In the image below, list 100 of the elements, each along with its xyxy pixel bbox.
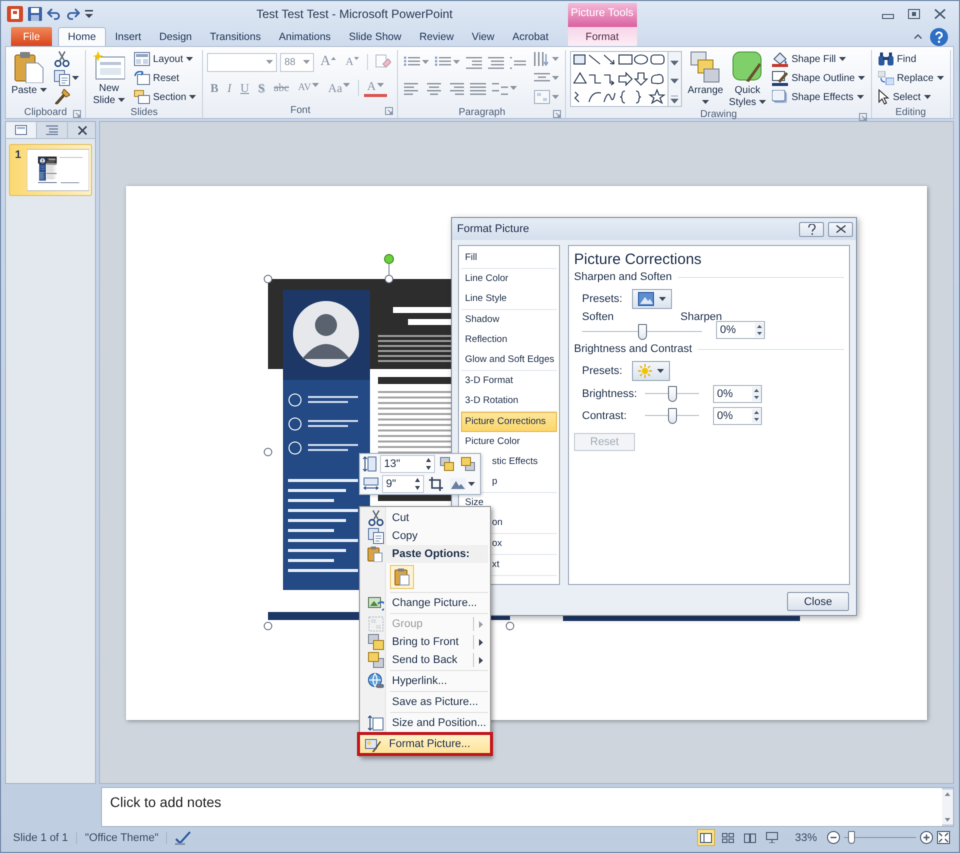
ribbon-button[interactable]: Shape Effects	[770, 88, 867, 106]
height-field[interactable]: 13"	[380, 455, 435, 474]
category-item[interactable]: 3-D Rotation	[461, 391, 557, 411]
clipboard-icon	[367, 546, 383, 562]
spinner-icon[interactable]	[752, 387, 761, 401]
ribbon-tab[interactable]: Slide Show	[340, 27, 410, 46]
category-item[interactable]: xt	[489, 555, 557, 575]
ribbon-tab[interactable]: Insert	[106, 27, 150, 46]
close-icon[interactable]	[934, 9, 946, 19]
ribbon-button[interactable]: Shape Fill	[770, 50, 867, 68]
chevron-up-icon[interactable]	[914, 34, 922, 39]
globe-link-icon	[368, 673, 384, 689]
slider-thumb[interactable]	[638, 324, 647, 340]
ribbon-button[interactable]: Replace	[876, 69, 946, 87]
dialog-launcher-icon[interactable]	[858, 113, 867, 121]
help-icon[interactable]	[930, 28, 948, 46]
ribbon-tab[interactable]: Design	[150, 27, 201, 46]
category-item[interactable]: on	[489, 513, 557, 533]
help-button[interactable]	[799, 222, 824, 236]
selection-handle[interactable]	[384, 274, 394, 283]
menu-item[interactable]: Format Picture...	[357, 732, 493, 756]
ribbon-tab[interactable]: Acrobat	[503, 27, 558, 46]
view-button[interactable]	[696, 829, 715, 846]
selection-handle[interactable]	[264, 447, 272, 456]
ribbon-tab[interactable]: Animations	[270, 27, 340, 46]
spinner-icon[interactable]	[415, 478, 420, 490]
menu-item[interactable]: Save as Picture...	[362, 693, 488, 711]
shape-gallery[interactable]	[570, 51, 682, 107]
ribbon-button[interactable]: Quick Styles	[728, 50, 766, 109]
spinner-icon[interactable]	[752, 409, 761, 423]
ribbon-tab[interactable]: Home	[58, 27, 106, 46]
thumbnail-row[interactable]: 1	[9, 144, 92, 196]
slider-thumb[interactable]	[668, 386, 677, 402]
slider-thumb[interactable]	[668, 408, 677, 424]
category-item[interactable]: Line Style	[461, 289, 557, 309]
category-item[interactable]: ox	[489, 534, 557, 554]
ribbon-button[interactable]: Find	[876, 50, 946, 68]
category-item[interactable]: Fill	[461, 248, 557, 268]
ribbon-tab[interactable]: Transitions	[200, 27, 270, 46]
percent-field[interactable]: 0%	[713, 385, 762, 403]
ribbon-button[interactable]: Select	[876, 88, 946, 106]
close-icon[interactable]	[78, 126, 87, 134]
selection-handle[interactable]	[264, 621, 272, 630]
slide-thumbnail[interactable]	[27, 149, 90, 191]
spinner-icon[interactable]	[755, 323, 764, 337]
zoom-level[interactable]: 33%	[794, 832, 817, 844]
toolbar-button[interactable]	[427, 474, 445, 493]
selection-handle[interactable]	[506, 621, 514, 630]
ribbon-button[interactable]: Arrange	[686, 50, 724, 109]
spinner-icon[interactable]	[426, 458, 431, 470]
save-icon[interactable]	[28, 7, 42, 21]
ribbon-button[interactable]: New Slide	[90, 50, 128, 107]
paste-option-button[interactable]	[390, 565, 414, 589]
menu-item[interactable]: Hyperlink...	[362, 672, 488, 690]
presets-dropdown[interactable]	[632, 289, 672, 309]
category-item[interactable]: Line Color	[461, 269, 557, 289]
percent-field[interactable]: 0%	[713, 407, 762, 425]
fit-to-window-icon[interactable]	[937, 831, 950, 844]
increase-indent-icon	[488, 55, 504, 69]
line-spacing-icon	[510, 55, 526, 69]
category-item[interactable]: Reflection	[461, 330, 557, 350]
restore-icon[interactable]	[908, 9, 920, 19]
menu-item[interactable]: Size and Position...	[362, 714, 488, 732]
zoom-in-icon[interactable]	[920, 831, 933, 844]
percent-field[interactable]: 0%	[716, 321, 765, 339]
zoom-out-icon[interactable]	[827, 831, 840, 844]
close-button[interactable]	[828, 222, 853, 236]
customize-caret-icon[interactable]	[85, 10, 93, 18]
category-item[interactable]: Glow and Soft Edges	[461, 350, 557, 370]
rotation-handle[interactable]	[384, 254, 394, 275]
ribbon-button[interactable]: Layout	[132, 50, 198, 68]
category-item[interactable]: 3-D Format	[461, 371, 557, 391]
app-icon[interactable]	[7, 6, 23, 22]
redo-icon[interactable]	[66, 8, 80, 20]
ribbon-tab[interactable]: Review	[410, 27, 463, 46]
pane-tab[interactable]	[6, 122, 37, 138]
undo-icon[interactable]	[47, 8, 61, 20]
close-button[interactable]: Close	[787, 592, 849, 611]
ribbon-button[interactable]: Section	[132, 88, 198, 106]
category-item[interactable]: Picture Corrections	[461, 412, 557, 432]
spelling-check-icon[interactable]	[175, 830, 192, 844]
dialog-launcher-icon[interactable]	[73, 110, 81, 118]
ribbon-button[interactable]: Reset	[132, 69, 198, 87]
selection-handle[interactable]	[264, 274, 272, 283]
slider-thumb[interactable]	[848, 831, 856, 844]
ribbon-tab[interactable]: View	[462, 27, 504, 46]
ribbon-button[interactable]	[52, 69, 81, 87]
category-item[interactable]: Shadow	[461, 310, 557, 330]
ribbon-tab[interactable]: Format	[568, 27, 637, 46]
menu-item[interactable]: Copy	[362, 527, 488, 545]
width-field[interactable]: 9"	[382, 474, 424, 493]
category-item[interactable]: p	[489, 472, 557, 492]
category-item[interactable]: Picture Color	[461, 432, 557, 452]
menu-item[interactable]: Bring to Front	[362, 633, 488, 651]
category-item[interactable]: stic Effects	[489, 452, 557, 472]
menu-item[interactable]: Change Picture...	[362, 594, 488, 612]
change-picture-icon	[368, 595, 384, 611]
menu-item[interactable]: Send to Back	[362, 651, 488, 669]
ribbon-button[interactable]: Paste	[10, 50, 48, 97]
ribbon-button[interactable]: Shape Outline	[770, 69, 867, 87]
